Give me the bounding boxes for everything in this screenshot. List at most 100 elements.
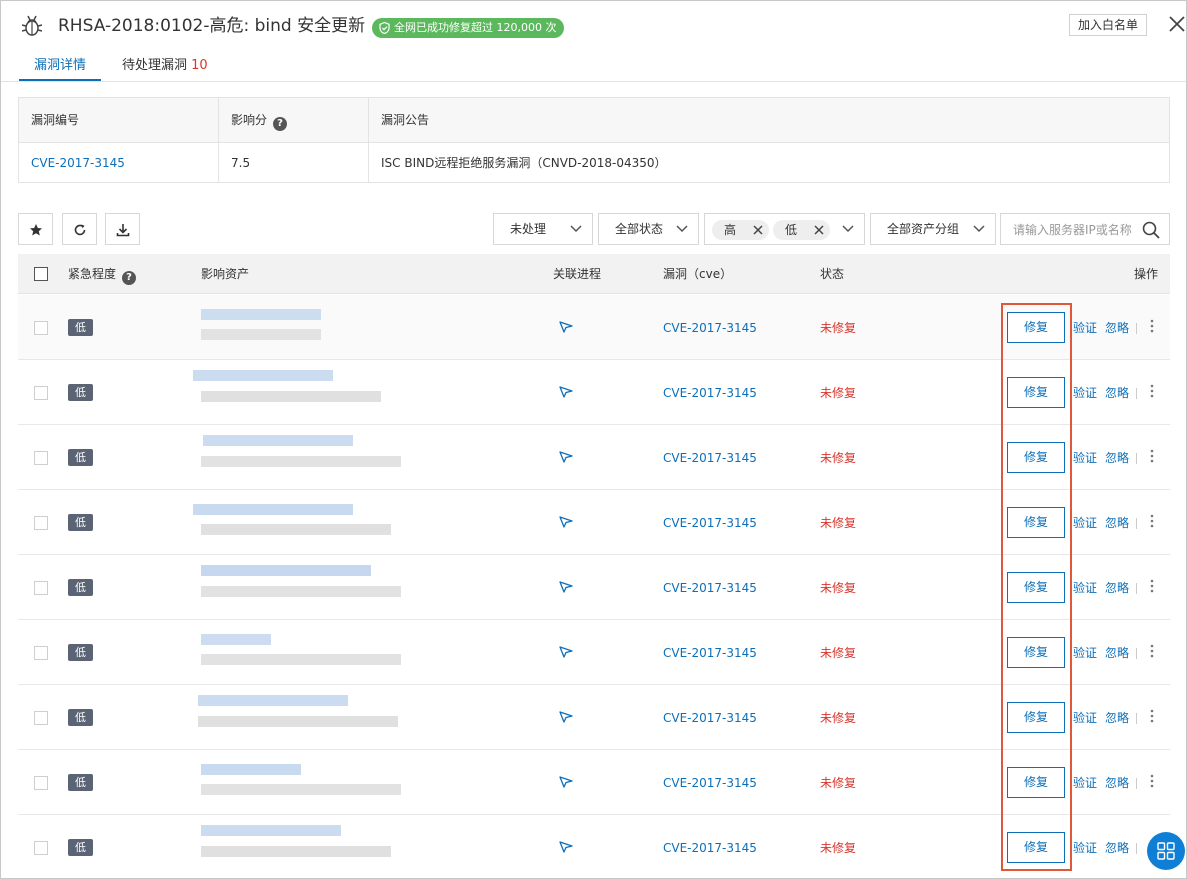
fix-button[interactable]: 修复 xyxy=(1007,442,1065,473)
verify-link[interactable]: 验证 xyxy=(1073,450,1097,466)
action-divider xyxy=(1136,713,1137,724)
ignore-link[interactable]: 忽略 xyxy=(1105,320,1129,336)
remove-tag-icon[interactable] xyxy=(753,225,763,235)
fix-status-value: 全部状态 xyxy=(615,222,664,236)
fix-button[interactable]: 修复 xyxy=(1007,832,1065,863)
fix-button[interactable]: 修复 xyxy=(1007,507,1065,538)
fix-button[interactable]: 修复 xyxy=(1007,312,1065,343)
cve-link[interactable]: CVE-2017-3145 xyxy=(663,320,757,336)
ignore-link[interactable]: 忽略 xyxy=(1105,515,1129,531)
row-checkbox[interactable] xyxy=(34,321,48,335)
download-button[interactable] xyxy=(105,213,140,245)
apps-menu-button[interactable] xyxy=(1147,832,1185,870)
fix-button[interactable]: 修复 xyxy=(1007,637,1065,668)
remove-tag-icon[interactable] xyxy=(814,225,824,235)
filter-toolbar: 未处理 全部状态 高 低 全部资产分组 xyxy=(1,213,1186,245)
cve-link[interactable]: CVE-2017-3145 xyxy=(663,710,757,726)
more-vertical-icon[interactable] xyxy=(1150,384,1154,398)
redacted-asset-info xyxy=(201,764,301,775)
row-checkbox[interactable] xyxy=(34,776,48,790)
fix-button[interactable]: 修复 xyxy=(1007,702,1065,733)
select-all-checkbox[interactable] xyxy=(34,267,48,281)
action-divider xyxy=(1136,323,1137,334)
redacted-asset-info xyxy=(198,716,398,727)
verify-link[interactable]: 验证 xyxy=(1073,515,1097,531)
process-link-icon[interactable] xyxy=(559,841,573,853)
more-vertical-icon[interactable] xyxy=(1150,709,1154,723)
fix-button[interactable]: 修复 xyxy=(1007,377,1065,408)
process-link-icon[interactable] xyxy=(559,711,573,723)
cve-link[interactable]: CVE-2017-3145 xyxy=(663,840,757,856)
asset-group-select[interactable]: 全部资产分组 xyxy=(870,213,996,245)
server-search-input[interactable] xyxy=(1013,221,1133,238)
process-link-icon[interactable] xyxy=(559,581,573,593)
fix-status-select[interactable]: 全部状态 xyxy=(598,213,699,245)
process-link-icon[interactable] xyxy=(559,516,573,528)
row-checkbox[interactable] xyxy=(34,841,48,855)
process-link-icon[interactable] xyxy=(559,451,573,463)
ignore-link[interactable]: 忽略 xyxy=(1105,645,1129,661)
cve-link[interactable]: CVE-2017-3145 xyxy=(663,775,757,791)
ignore-link[interactable]: 忽略 xyxy=(1105,775,1129,791)
tab-vulnerability-details[interactable]: 漏洞详情 xyxy=(34,57,86,75)
severity-tag-low[interactable]: 低 xyxy=(773,220,830,240)
table-header: 紧急程度? 影响资产 关联进程 漏洞（cve） 状态 操作 xyxy=(18,254,1170,294)
row-checkbox[interactable] xyxy=(34,451,48,465)
refresh-button[interactable] xyxy=(62,213,97,245)
cve-link[interactable]: CVE-2017-3145 xyxy=(663,645,757,661)
verify-link[interactable]: 验证 xyxy=(1073,645,1097,661)
row-checkbox[interactable] xyxy=(34,646,48,660)
more-vertical-icon[interactable] xyxy=(1150,774,1154,788)
row-checkbox[interactable] xyxy=(34,711,48,725)
row-checkbox[interactable] xyxy=(34,386,48,400)
ignore-link[interactable]: 忽略 xyxy=(1105,710,1129,726)
process-link-icon[interactable] xyxy=(559,321,573,333)
ignore-link[interactable]: 忽略 xyxy=(1105,840,1129,856)
more-vertical-icon[interactable] xyxy=(1150,644,1154,658)
row-checkbox[interactable] xyxy=(34,516,48,530)
verify-link[interactable]: 验证 xyxy=(1073,320,1097,336)
fix-button[interactable]: 修复 xyxy=(1007,572,1065,603)
more-vertical-icon[interactable] xyxy=(1150,449,1154,463)
cve-link[interactable]: CVE-2017-3145 xyxy=(663,580,757,596)
handled-status-select[interactable]: 未处理 xyxy=(493,213,593,245)
help-icon[interactable]: ? xyxy=(273,117,288,131)
verify-link[interactable]: 验证 xyxy=(1073,840,1097,856)
more-vertical-icon[interactable] xyxy=(1150,579,1154,593)
cve-link[interactable]: CVE-2017-3145 xyxy=(663,385,757,401)
tab-label: 漏洞详情 xyxy=(34,58,87,73)
help-icon[interactable]: ? xyxy=(122,271,137,285)
close-icon[interactable] xyxy=(1168,15,1186,33)
severity-multi-select[interactable]: 高 低 xyxy=(704,213,865,245)
search-icon[interactable] xyxy=(1142,221,1160,239)
ignore-link[interactable]: 忽略 xyxy=(1105,385,1129,401)
verify-link[interactable]: 验证 xyxy=(1073,710,1097,726)
process-link-icon[interactable] xyxy=(559,646,573,658)
action-divider xyxy=(1136,778,1137,789)
cve-link[interactable]: CVE-2017-3145 xyxy=(663,515,757,531)
header-advisory: 漏洞公告 xyxy=(381,113,430,127)
tab-pending-vulnerabilities[interactable]: 待处理漏洞 10 xyxy=(122,57,208,75)
more-vertical-icon[interactable] xyxy=(1150,514,1154,528)
more-vertical-icon[interactable] xyxy=(1150,319,1154,333)
bug-icon xyxy=(21,15,43,36)
verify-link[interactable]: 验证 xyxy=(1073,775,1097,791)
redacted-asset-info xyxy=(201,329,321,340)
refresh-icon xyxy=(74,224,86,236)
verify-link[interactable]: 验证 xyxy=(1073,385,1097,401)
verify-link[interactable]: 验证 xyxy=(1073,580,1097,596)
urgency-badge: 低 xyxy=(68,774,93,791)
ignore-link[interactable]: 忽略 xyxy=(1105,450,1129,466)
process-link-icon[interactable] xyxy=(559,776,573,788)
favorite-button[interactable] xyxy=(18,213,53,245)
cve-id-link[interactable]: CVE-2017-3145 xyxy=(31,155,125,171)
redacted-asset-info xyxy=(201,309,321,320)
process-link-icon[interactable] xyxy=(559,386,573,398)
add-to-whitelist-button[interactable]: 加入白名单 xyxy=(1069,14,1147,36)
severity-tag-high[interactable]: 高 xyxy=(712,220,769,240)
row-checkbox[interactable] xyxy=(34,581,48,595)
cve-link[interactable]: CVE-2017-3145 xyxy=(663,450,757,466)
ignore-link[interactable]: 忽略 xyxy=(1105,580,1129,596)
fix-button[interactable]: 修复 xyxy=(1007,767,1065,798)
header-urgency: 紧急程度? xyxy=(68,266,137,285)
